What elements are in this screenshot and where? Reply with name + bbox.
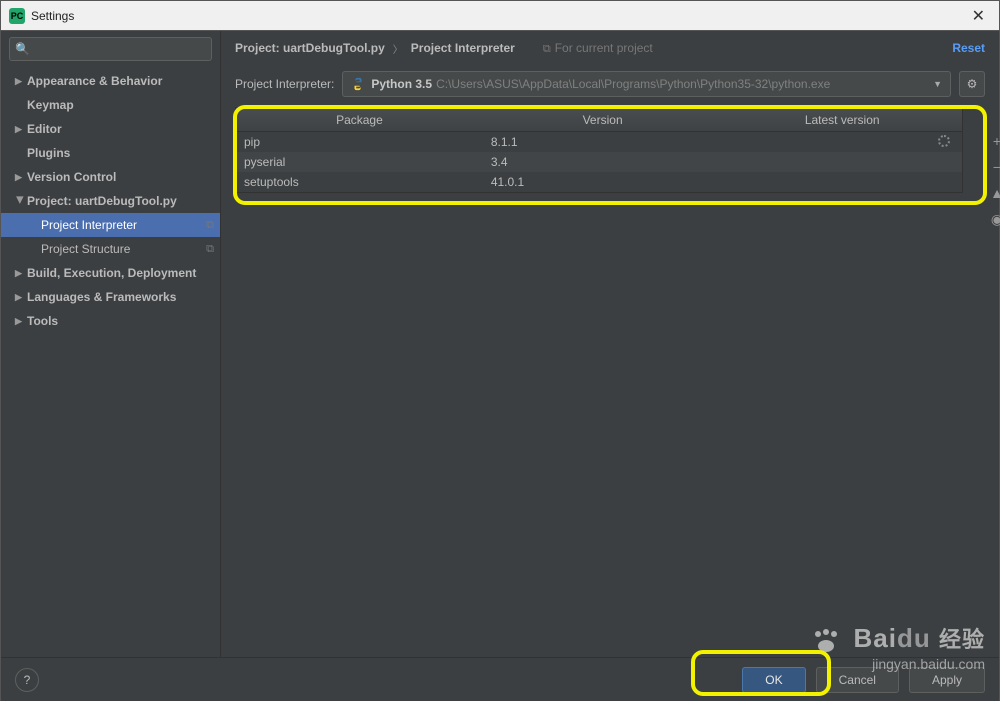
plus-icon: + (993, 133, 1000, 149)
ok-button[interactable]: OK (742, 667, 805, 693)
up-arrow-icon: ▲ (990, 185, 1000, 201)
table-header: Package Version Latest version (236, 108, 962, 132)
scope-hint: ⧉For current project (543, 41, 653, 56)
interpreter-row: Project Interpreter: Python 3.5 C:\Users… (221, 65, 999, 107)
dialog-buttons: ? OK Cancel Apply (1, 657, 999, 701)
search-box: 🔍 (9, 37, 212, 61)
upgrade-package-button[interactable]: ▲ (987, 183, 1000, 203)
chevron-right-icon: 〉 (393, 41, 403, 56)
titlebar: PC Settings ✕ (1, 1, 999, 31)
interpreter-dropdown[interactable]: Python 3.5 C:\Users\ASUS\AppData\Local\P… (342, 71, 951, 97)
close-icon[interactable]: ✕ (966, 6, 991, 26)
interpreter-name: Python 3.5 (371, 77, 432, 91)
column-latest[interactable]: Latest version (722, 113, 962, 127)
package-actions: + − ▲ ◉ (987, 131, 1000, 229)
packages-table: Package Version Latest version pip 8.1.1… (235, 107, 963, 193)
chevron-down-icon: ▼ (933, 79, 942, 89)
chevron-right-icon: ▶ (15, 316, 25, 327)
eye-icon: ◉ (991, 211, 1000, 228)
table-row[interactable]: pip 8.1.1 (236, 132, 962, 152)
cancel-button[interactable]: Cancel (816, 667, 899, 693)
tree-item-editor[interactable]: ▶Editor (1, 117, 220, 141)
tree-item-appearance[interactable]: ▶Appearance & Behavior (1, 69, 220, 93)
chevron-right-icon: ▶ (15, 172, 25, 183)
table-row[interactable]: pyserial 3.4 (236, 152, 962, 172)
tree-item-version-control[interactable]: ▶Version Control (1, 165, 220, 189)
table-row[interactable]: setuptools 41.0.1 (236, 172, 962, 192)
search-input[interactable] (9, 37, 212, 61)
tree-item-project-interpreter[interactable]: Project Interpreter⧉ (1, 213, 220, 237)
breadcrumb-parent[interactable]: Project: uartDebugTool.py (235, 41, 385, 55)
python-icon (351, 77, 365, 91)
minus-icon: − (993, 159, 1000, 175)
tree-item-keymap[interactable]: Keymap (1, 93, 220, 117)
interpreter-label: Project Interpreter: (235, 77, 334, 91)
tree-item-project[interactable]: ▶Project: uartDebugTool.py (1, 189, 220, 213)
tree-item-languages[interactable]: ▶Languages & Frameworks (1, 285, 220, 309)
interpreter-path: C:\Users\ASUS\AppData\Local\Programs\Pyt… (436, 77, 830, 91)
reset-link[interactable]: Reset (952, 41, 985, 55)
tree-item-build[interactable]: ▶Build, Execution, Deployment (1, 261, 220, 285)
gear-icon: ⚙ (967, 77, 978, 91)
chevron-right-icon: ▶ (15, 292, 25, 303)
show-early-button[interactable]: ◉ (987, 209, 1000, 229)
chevron-right-icon: ▶ (15, 76, 25, 87)
scope-icon: ⧉ (206, 243, 214, 256)
app-icon: PC (9, 8, 25, 24)
help-button[interactable]: ? (15, 668, 39, 692)
tree-item-project-structure[interactable]: Project Structure⧉ (1, 237, 220, 261)
breadcrumb: Project: uartDebugTool.py 〉 Project Inte… (221, 31, 999, 65)
chevron-right-icon: ▶ (15, 124, 25, 135)
scope-icon: ⧉ (543, 43, 551, 55)
apply-button[interactable]: Apply (909, 667, 985, 693)
breadcrumb-child: Project Interpreter (411, 41, 515, 55)
window-title: Settings (31, 9, 74, 23)
scope-icon: ⧉ (206, 219, 214, 232)
column-package[interactable]: Package (236, 113, 483, 127)
remove-package-button[interactable]: − (987, 157, 1000, 177)
interpreter-settings-button[interactable]: ⚙ (959, 71, 985, 97)
chevron-right-icon: ▶ (15, 268, 25, 279)
settings-sidebar: 🔍 ▶Appearance & Behavior Keymap ▶Editor … (1, 31, 221, 657)
content-panel: Project: uartDebugTool.py 〉 Project Inte… (221, 31, 999, 657)
search-icon: 🔍 (15, 42, 30, 56)
column-version[interactable]: Version (483, 113, 723, 127)
add-package-button[interactable]: + (987, 131, 1000, 151)
question-icon: ? (24, 673, 31, 687)
tree-item-tools[interactable]: ▶Tools (1, 309, 220, 333)
loading-spinner-icon (938, 135, 950, 147)
tree-item-plugins[interactable]: Plugins (1, 141, 220, 165)
settings-tree: ▶Appearance & Behavior Keymap ▶Editor Pl… (1, 65, 220, 657)
chevron-down-icon: ▶ (15, 196, 26, 206)
